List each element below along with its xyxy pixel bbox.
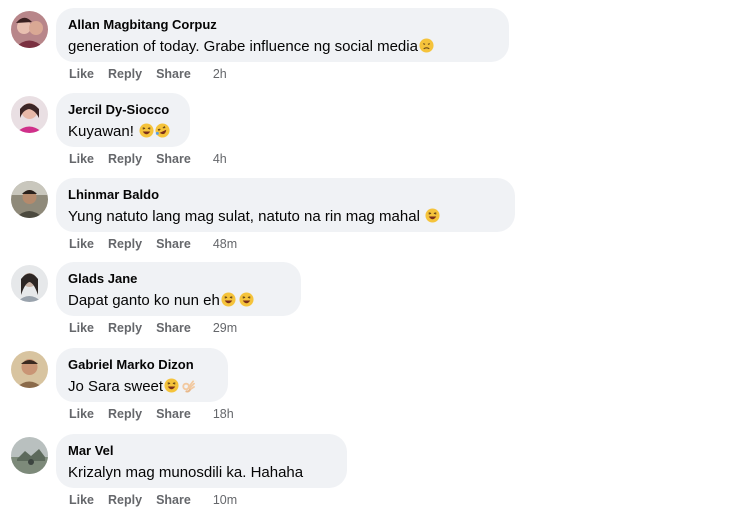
reply-button[interactable]: Reply — [108, 320, 142, 336]
comment-text: Dapat ganto ko nun eh — [68, 292, 220, 309]
like-button[interactable]: Like — [69, 492, 94, 508]
laughing-emoji-icon — [221, 292, 236, 307]
share-button[interactable]: Share — [156, 320, 191, 336]
comment-bubble: Gabriel Marko Dizon Jo Sara sweet — [56, 348, 228, 402]
comment-text-line: Kuyawan! — [68, 122, 178, 141]
share-button[interactable]: Share — [156, 151, 191, 167]
comment-timestamp[interactable]: 18h — [213, 406, 234, 422]
comment-timestamp[interactable]: 4h — [213, 151, 227, 167]
comment-timestamp[interactable]: 48m — [213, 236, 237, 252]
like-button[interactable]: Like — [69, 236, 94, 252]
rofl-emoji-icon — [155, 123, 170, 138]
avatar[interactable] — [11, 11, 48, 48]
ok-hand-emoji-icon — [180, 378, 195, 393]
laughing-emoji-icon — [239, 292, 254, 307]
avatar[interactable] — [11, 181, 48, 218]
comment-text: Krizalyn mag munosdili ka. Hahaha — [68, 464, 304, 481]
like-button[interactable]: Like — [69, 66, 94, 82]
share-button[interactable]: Share — [156, 492, 191, 508]
comment: Jercil Dy-Siocco Kuyawan! Like Reply Share… — [0, 87, 750, 173]
comment-text-line: generation of today. Grabe influence ng … — [68, 37, 497, 56]
avatar[interactable] — [11, 96, 48, 133]
reply-button[interactable]: Reply — [108, 236, 142, 252]
comment-text-line: Dapat ganto ko nun eh — [68, 291, 289, 310]
comment: Lhinmar Baldo Yung natuto lang mag sulat… — [0, 172, 750, 258]
laughing-emoji-icon — [164, 378, 179, 393]
comment-text: Kuyawan! — [68, 123, 139, 140]
comment-text: Jo Sara sweet — [68, 378, 164, 395]
comment: Mar Vel Krizalyn mag munosdili ka. Hahah… — [0, 428, 750, 514]
comment-text: Yung natuto lang mag sulat, natuto na ri… — [68, 208, 425, 225]
disappointed-emoji-icon — [419, 38, 434, 53]
comment-text-line: Jo Sara sweet — [68, 377, 216, 396]
comment-actions: Like Reply Share 10m — [69, 492, 237, 508]
comment-actions: Like Reply Share 29m — [69, 320, 237, 336]
reply-button[interactable]: Reply — [108, 492, 142, 508]
share-button[interactable]: Share — [156, 406, 191, 422]
comment-actions: Like Reply Share 48m — [69, 236, 237, 252]
comment: Glads Jane Dapat ganto ko nun eh Like Rep… — [0, 256, 750, 342]
comment-actions: Like Reply Share 4h — [69, 151, 227, 167]
comment-author[interactable]: Gabriel Marko Dizon — [68, 356, 216, 373]
comment: Gabriel Marko Dizon Jo Sara sweet Like Re… — [0, 342, 750, 428]
comment-author[interactable]: Jercil Dy-Siocco — [68, 101, 178, 118]
share-button[interactable]: Share — [156, 236, 191, 252]
avatar[interactable] — [11, 351, 48, 388]
avatar[interactable] — [11, 437, 48, 474]
comment-bubble: Lhinmar Baldo Yung natuto lang mag sulat… — [56, 178, 515, 232]
like-button[interactable]: Like — [69, 406, 94, 422]
comment-timestamp[interactable]: 29m — [213, 320, 237, 336]
laughing-emoji-icon — [425, 208, 440, 223]
laughing-emoji-icon — [139, 123, 154, 138]
comment-author[interactable]: Mar Vel — [68, 442, 335, 459]
reply-button[interactable]: Reply — [108, 66, 142, 82]
comment-timestamp[interactable]: 10m — [213, 492, 237, 508]
comment-bubble: Glads Jane Dapat ganto ko nun eh — [56, 262, 301, 316]
reply-button[interactable]: Reply — [108, 151, 142, 167]
reply-button[interactable]: Reply — [108, 406, 142, 422]
comment-actions: Like Reply Share 2h — [69, 66, 227, 82]
comment-bubble: Mar Vel Krizalyn mag munosdili ka. Hahah… — [56, 434, 347, 488]
comment: Allan Magbitang Corpuz generation of tod… — [0, 2, 750, 88]
comment-bubble: Jercil Dy-Siocco Kuyawan! — [56, 93, 190, 147]
comment-actions: Like Reply Share 18h — [69, 406, 234, 422]
like-button[interactable]: Like — [69, 320, 94, 336]
comment-author[interactable]: Lhinmar Baldo — [68, 186, 503, 203]
comment-author[interactable]: Allan Magbitang Corpuz — [68, 16, 497, 33]
comment-text-line: Yung natuto lang mag sulat, natuto na ri… — [68, 207, 503, 226]
like-button[interactable]: Like — [69, 151, 94, 167]
avatar[interactable] — [11, 265, 48, 302]
comment-bubble: Allan Magbitang Corpuz generation of tod… — [56, 8, 509, 62]
comment-text-line: Krizalyn mag munosdili ka. Hahaha — [68, 463, 335, 482]
comment-author[interactable]: Glads Jane — [68, 270, 289, 287]
comment-text: generation of today. Grabe influence ng … — [68, 38, 418, 55]
share-button[interactable]: Share — [156, 66, 191, 82]
comment-timestamp[interactable]: 2h — [213, 66, 227, 82]
